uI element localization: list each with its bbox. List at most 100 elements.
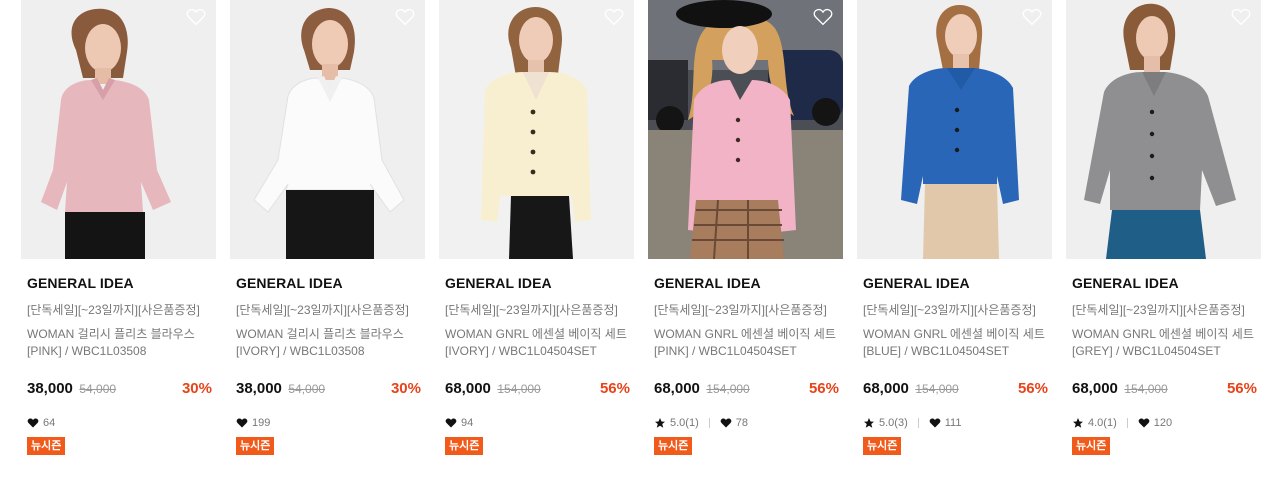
- rating: 5.0(1): [670, 417, 699, 429]
- product-promo[interactable]: [단독세일][~23일까지][사은품증정]: [445, 301, 634, 318]
- original-price: 154,000: [497, 382, 541, 396]
- discount-rate: 56%: [808, 380, 839, 397]
- product-promo[interactable]: [단독세일][~23일까지][사은품증정]: [654, 301, 843, 318]
- star-icon: [655, 418, 665, 428]
- heart-icon: [720, 418, 732, 428]
- like-count: 199: [252, 417, 271, 429]
- wishlist-heart-icon[interactable]: [1022, 8, 1042, 26]
- divider: [1126, 418, 1128, 428]
- rating: 5.0(3): [879, 417, 908, 429]
- wishlist-heart-icon[interactable]: [813, 8, 833, 26]
- product-grid: GENERAL IDEA [단독세일][~23일까지][사은품증정] WOMAN…: [0, 0, 1267, 478]
- product-card[interactable]: GENERAL IDEA [단독세일][~23일까지][사은품증정] WOMAN…: [21, 0, 216, 455]
- wishlist-heart-icon[interactable]: [186, 8, 206, 26]
- product-stats: 4.0(1) 120: [1072, 415, 1261, 431]
- product-promo[interactable]: [단독세일][~23일까지][사은품증정]: [1072, 301, 1261, 318]
- discount-rate: 30%: [181, 380, 212, 397]
- new-season-badge: 뉴시즌: [654, 437, 693, 455]
- product-brand[interactable]: GENERAL IDEA: [445, 275, 634, 291]
- wishlist-heart-icon[interactable]: [604, 8, 624, 26]
- product-photo: [857, 0, 1052, 259]
- product-brand[interactable]: GENERAL IDEA: [863, 275, 1052, 291]
- price-row: 38,000 54,000 30%: [236, 380, 425, 400]
- heart-icon: [1138, 418, 1150, 428]
- product-stats: 94: [445, 415, 634, 431]
- product-photo: [21, 0, 216, 259]
- divider: [708, 418, 710, 428]
- new-season-badge: 뉴시즌: [236, 437, 275, 455]
- sale-price: 68,000: [1072, 380, 1118, 397]
- price-row: 68,000 154,000 56%: [1072, 380, 1261, 400]
- sale-price: 38,000: [236, 380, 282, 397]
- product-name[interactable]: WOMAN 걸리시 플리츠 블라우스 [PINK] / WBC1L03508: [27, 326, 214, 360]
- original-price: 154,000: [706, 382, 750, 396]
- product-photo: [230, 0, 425, 259]
- discount-rate: 30%: [390, 380, 421, 397]
- product-photo: [439, 0, 634, 259]
- price-row: 38,000 54,000 30%: [27, 380, 216, 400]
- product-card[interactable]: GENERAL IDEA [단독세일][~23일까지][사은품증정] WOMAN…: [648, 0, 843, 455]
- divider: [917, 418, 919, 428]
- product-promo[interactable]: [단독세일][~23일까지][사은품증정]: [236, 301, 425, 318]
- product-name[interactable]: WOMAN GNRL 에센셜 베이직 세트 [GREY] / WBC1L0450…: [1072, 326, 1259, 360]
- original-price: 154,000: [915, 382, 959, 396]
- wishlist-heart-icon[interactable]: [395, 8, 415, 26]
- heart-icon: [929, 418, 941, 428]
- heart-icon: [27, 418, 39, 428]
- product-name[interactable]: WOMAN GNRL 에센셜 베이직 세트 [PINK] / WBC1L0450…: [654, 326, 841, 360]
- original-price: 154,000: [1124, 382, 1168, 396]
- product-photo: [648, 0, 843, 259]
- sale-price: 68,000: [863, 380, 909, 397]
- product-brand[interactable]: GENERAL IDEA: [654, 275, 843, 291]
- product-image[interactable]: [648, 0, 843, 259]
- like-count: 94: [461, 417, 474, 429]
- product-brand[interactable]: GENERAL IDEA: [27, 275, 216, 291]
- star-icon: [1073, 418, 1083, 428]
- new-season-badge: 뉴시즌: [1072, 437, 1111, 455]
- product-name[interactable]: WOMAN GNRL 에센셜 베이직 세트 [BLUE] / WBC1L0450…: [863, 326, 1050, 360]
- discount-rate: 56%: [599, 380, 630, 397]
- price-row: 68,000 154,000 56%: [654, 380, 843, 400]
- discount-rate: 56%: [1226, 380, 1257, 397]
- heart-icon: [236, 418, 248, 428]
- new-season-badge: 뉴시즌: [445, 437, 484, 455]
- product-promo[interactable]: [단독세일][~23일까지][사은품증정]: [27, 301, 216, 318]
- product-image[interactable]: [439, 0, 634, 259]
- rating: 4.0(1): [1088, 417, 1117, 429]
- product-stats: 64: [27, 415, 216, 431]
- product-stats: 199: [236, 415, 425, 431]
- sale-price: 68,000: [654, 380, 700, 397]
- product-stats: 5.0(3) 111: [863, 415, 1052, 431]
- like-count: 111: [944, 417, 962, 429]
- product-stats: 5.0(1) 78: [654, 415, 843, 431]
- product-image[interactable]: [857, 0, 1052, 259]
- star-icon: [864, 418, 874, 428]
- product-name[interactable]: WOMAN 걸리시 플리츠 블라우스 [IVORY] / WBC1L03508: [236, 326, 423, 360]
- product-card[interactable]: GENERAL IDEA [단독세일][~23일까지][사은품증정] WOMAN…: [439, 0, 634, 455]
- price-row: 68,000 154,000 56%: [863, 380, 1052, 400]
- original-price: 54,000: [288, 382, 326, 396]
- price-row: 68,000 154,000 56%: [445, 380, 634, 400]
- product-brand[interactable]: GENERAL IDEA: [1072, 275, 1261, 291]
- original-price: 54,000: [79, 382, 117, 396]
- discount-rate: 56%: [1017, 380, 1048, 397]
- product-brand[interactable]: GENERAL IDEA: [236, 275, 425, 291]
- product-card[interactable]: GENERAL IDEA [단독세일][~23일까지][사은품증정] WOMAN…: [230, 0, 425, 455]
- like-count: 78: [735, 417, 748, 429]
- heart-icon: [445, 418, 457, 428]
- like-count: 64: [43, 417, 56, 429]
- product-card[interactable]: GENERAL IDEA [단독세일][~23일까지][사은품증정] WOMAN…: [1066, 0, 1261, 455]
- product-image[interactable]: [230, 0, 425, 259]
- new-season-badge: 뉴시즌: [863, 437, 902, 455]
- product-photo: [1066, 0, 1261, 259]
- product-promo[interactable]: [단독세일][~23일까지][사은품증정]: [863, 301, 1052, 318]
- like-count: 120: [1153, 417, 1173, 429]
- product-name[interactable]: WOMAN GNRL 에센셜 베이직 세트 [IVORY] / WBC1L045…: [445, 326, 632, 360]
- product-card[interactable]: GENERAL IDEA [단독세일][~23일까지][사은품증정] WOMAN…: [857, 0, 1052, 455]
- product-image[interactable]: [1066, 0, 1261, 259]
- sale-price: 68,000: [445, 380, 491, 397]
- wishlist-heart-icon[interactable]: [1231, 8, 1251, 26]
- product-image[interactable]: [21, 0, 216, 259]
- sale-price: 38,000: [27, 380, 73, 397]
- new-season-badge: 뉴시즌: [27, 437, 66, 455]
